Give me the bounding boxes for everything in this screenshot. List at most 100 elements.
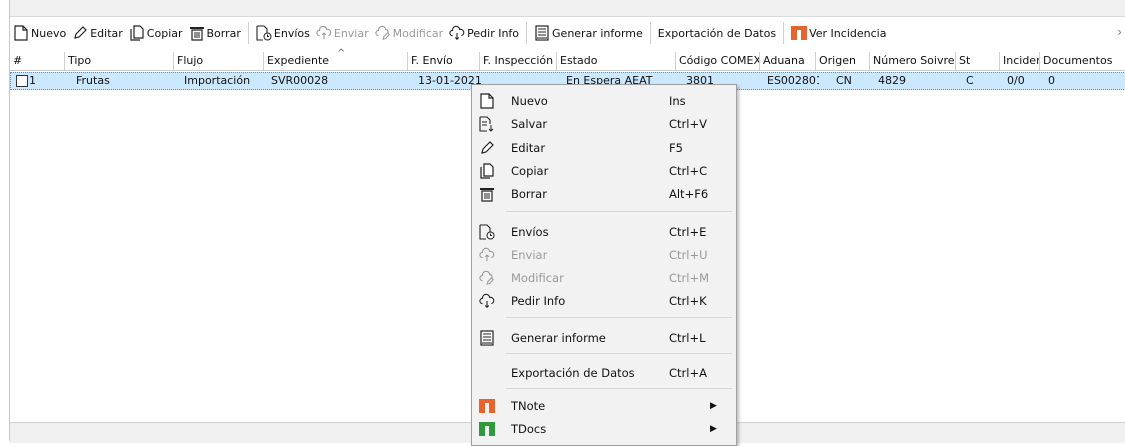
menu-item-modificar-shortcut: Ctrl+M xyxy=(669,271,710,285)
menu-item-pedir-info-shortcut: Ctrl+K xyxy=(669,294,707,308)
column-header-flujo[interactable]: Flujo xyxy=(174,52,264,70)
toolbar-overflow-chevron-icon[interactable]: › xyxy=(1117,25,1122,39)
menu-item-enviar-label: Enviar xyxy=(511,248,548,262)
toolbar-separator xyxy=(247,22,249,44)
cloud-download-icon xyxy=(449,25,465,41)
column-header-expediente[interactable]: Expediente xyxy=(264,52,408,70)
cell-origen: CN xyxy=(836,74,852,87)
column-header-documentos[interactable]: Documentos xyxy=(1040,52,1125,70)
toolbar-borrar-label: Borrar xyxy=(206,26,241,40)
document-clock-icon xyxy=(256,25,272,41)
column-header-num[interactable]: # xyxy=(10,52,65,70)
menu-item-exportacion-label: Exportación de Datos xyxy=(511,366,635,380)
document-clock-icon xyxy=(479,224,495,240)
toolbar-pedir-info-button[interactable]: Pedir Info xyxy=(446,20,522,46)
menu-item-editar-label: Editar xyxy=(511,141,546,155)
column-header-tipo[interactable]: Tipo xyxy=(65,52,174,70)
column-header-codigo-comex[interactable]: Código COMEX xyxy=(676,52,760,70)
menu-item-enviar-shortcut: Ctrl+U xyxy=(669,248,708,262)
column-header-st[interactable]: St xyxy=(956,52,1000,70)
trash-icon xyxy=(479,186,495,202)
menu-item-copiar[interactable]: Copiar Ctrl+C xyxy=(472,160,736,182)
save-document-icon xyxy=(479,116,495,132)
menu-item-nuevo[interactable]: Nuevo Ins xyxy=(472,90,736,112)
menu-item-salvar-label: Salvar xyxy=(511,117,548,131)
menu-item-enviar[interactable]: Enviar Ctrl+U xyxy=(472,244,736,266)
toolbar-generar-informe-button[interactable]: Generar informe xyxy=(531,20,646,46)
cloud-edit-icon xyxy=(479,270,495,286)
menu-item-tdocs-label: TDocs xyxy=(511,422,547,436)
toolbar-modificar-label: Modificar xyxy=(392,26,444,40)
toolbar-pedir-info-label: Pedir Info xyxy=(467,26,520,40)
trash-icon xyxy=(189,25,205,41)
toolbar-ver-incidencia-button[interactable]: Ver Incidencia xyxy=(788,20,889,46)
toolbar-enviar-label: Enviar xyxy=(333,26,369,40)
toolbar: Nuevo Editar Copiar Borrar Envíos Enviar… xyxy=(10,17,1125,49)
menu-item-generar-informe[interactable]: Generar informe Ctrl+L xyxy=(472,327,736,349)
copy-icon xyxy=(129,25,145,41)
menu-separator xyxy=(506,211,732,212)
cell-st: C xyxy=(966,74,974,87)
menu-item-editar-shortcut: F5 xyxy=(669,141,683,155)
menu-item-pedir-info-label: Pedir Info xyxy=(511,294,566,308)
toolbar-editar-label: Editar xyxy=(90,26,123,40)
menu-item-tnote[interactable]: TNote ▶ xyxy=(472,395,736,417)
column-header-estado[interactable]: Estado xyxy=(557,52,676,70)
toolbar-separator xyxy=(649,22,651,44)
menu-item-pedir-info[interactable]: Pedir Info Ctrl+K xyxy=(472,290,736,312)
menu-item-generar-informe-shortcut: Ctrl+L xyxy=(669,331,706,345)
toolbar-copiar-label: Copiar xyxy=(146,26,183,40)
sort-ascending-icon: ^ xyxy=(337,48,346,59)
toolbar-exportacion-label: Exportación de Datos xyxy=(657,26,777,40)
title-strip xyxy=(10,0,1125,17)
pencil-icon xyxy=(72,25,88,41)
toolbar-nuevo-button[interactable]: Nuevo xyxy=(10,20,69,46)
toolbar-generar-informe-label: Generar informe xyxy=(552,26,643,40)
toolbar-editar-button[interactable]: Editar xyxy=(69,20,126,46)
cell-flujo: Importación xyxy=(184,74,251,87)
new-document-icon xyxy=(479,93,495,109)
column-header-f-envio[interactable]: F. Envío xyxy=(408,52,480,70)
menu-separator xyxy=(506,388,732,389)
menu-item-tdocs[interactable]: TDocs ▶ xyxy=(472,418,736,440)
menu-item-borrar-label: Borrar xyxy=(511,187,547,201)
menu-item-generar-informe-label: Generar informe xyxy=(511,331,606,345)
menu-item-salvar[interactable]: Salvar Ctrl+V xyxy=(472,113,736,135)
cell-tipo: Frutas xyxy=(76,74,110,87)
row-number: 1 xyxy=(29,74,36,87)
menu-item-editar[interactable]: Editar F5 xyxy=(472,137,736,159)
context-menu: Nuevo Ins Salvar Ctrl+V Editar F5 Copiar… xyxy=(471,84,737,446)
menu-item-envios-shortcut: Ctrl+E xyxy=(669,225,707,239)
toolbar-borrar-button[interactable]: Borrar xyxy=(186,20,244,46)
toolbar-envios-button[interactable]: Envíos xyxy=(253,20,313,46)
menu-item-exportacion-datos[interactable]: Exportación de Datos Ctrl+A xyxy=(472,362,736,384)
submenu-arrow-icon: ▶ xyxy=(710,401,717,411)
menu-item-tnote-label: TNote xyxy=(511,399,546,413)
toolbar-separator xyxy=(526,22,528,44)
toolbar-nuevo-label: Nuevo xyxy=(31,26,67,40)
menu-item-salvar-shortcut: Ctrl+V xyxy=(669,117,707,131)
toolbar-exportacion-button[interactable]: Exportación de Datos xyxy=(655,20,779,46)
toolbar-modificar-button[interactable]: Modificar xyxy=(372,20,447,46)
copy-icon xyxy=(479,163,495,179)
cell-inciden: 0/0 xyxy=(1007,74,1025,87)
menu-item-modificar-label: Modificar xyxy=(511,271,564,285)
toolbar-enviar-button[interactable]: Enviar xyxy=(313,20,372,46)
column-header-aduana[interactable]: Aduana xyxy=(760,52,816,70)
column-header-f-inspeccion[interactable]: F. Inspección xyxy=(480,52,557,70)
column-header-origen[interactable]: Origen xyxy=(816,52,870,70)
menu-item-borrar[interactable]: Borrar Alt+F6 xyxy=(472,183,736,205)
tnote-logo-icon xyxy=(479,398,495,414)
menu-item-envios-label: Envíos xyxy=(511,225,549,239)
pencil-icon xyxy=(479,140,495,156)
cloud-edit-icon xyxy=(375,25,391,41)
toolbar-copiar-button[interactable]: Copiar xyxy=(126,20,186,46)
cell-expediente: SVR00028 xyxy=(271,74,329,87)
menu-item-envios[interactable]: Envíos Ctrl+E xyxy=(472,221,736,243)
column-header-numero-soivre[interactable]: Número Soivre xyxy=(870,52,956,70)
menu-item-modificar[interactable]: Modificar Ctrl+M xyxy=(472,267,736,289)
column-header-inciden[interactable]: Inciden xyxy=(1000,52,1040,70)
menu-item-nuevo-label: Nuevo xyxy=(511,94,548,108)
toolbar-envios-label: Envíos xyxy=(273,26,310,40)
cloud-upload-icon xyxy=(316,25,332,41)
